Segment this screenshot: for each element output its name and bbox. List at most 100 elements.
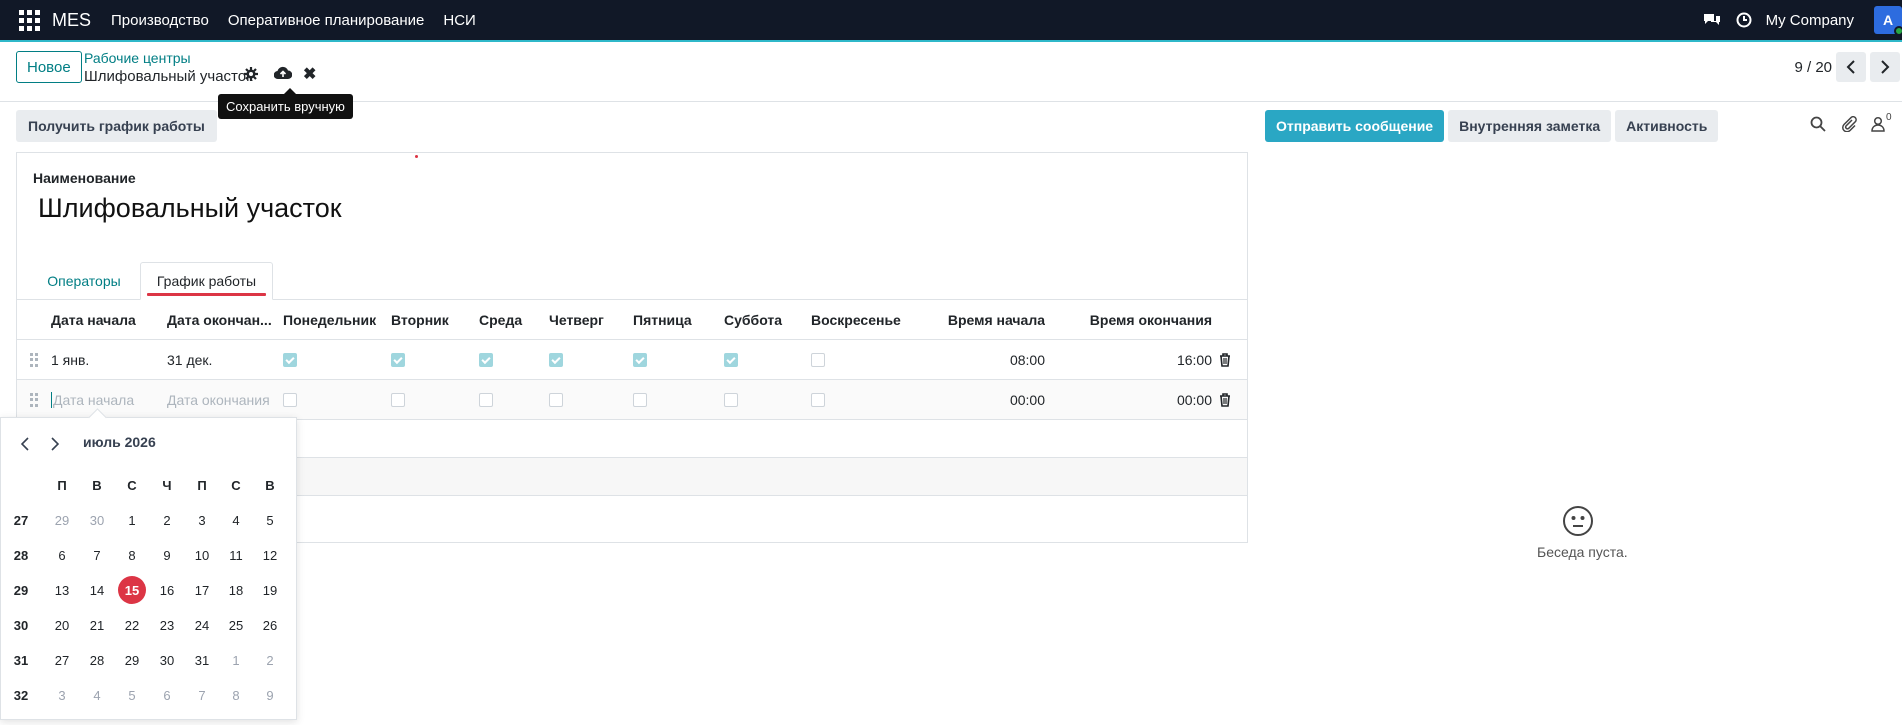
- pager-previous-button[interactable]: [1836, 52, 1866, 82]
- day-cell[interactable]: 10: [185, 538, 219, 572]
- column-sunday[interactable]: Воскресенье: [811, 300, 911, 340]
- company-switcher[interactable]: My Company: [1766, 12, 1854, 29]
- cell-end-date[interactable]: 31 дек.: [167, 340, 212, 380]
- day-cell[interactable]: 25: [219, 608, 253, 642]
- day-cell[interactable]: 9: [150, 538, 184, 572]
- tab-schedule[interactable]: График работы: [140, 262, 273, 300]
- day-cell[interactable]: 29: [115, 643, 149, 677]
- send-message-button[interactable]: Отправить сообщение: [1265, 110, 1445, 142]
- drag-handle-icon[interactable]: [30, 393, 40, 407]
- day-cell[interactable]: 6: [45, 538, 79, 572]
- datepicker-month-title[interactable]: июль 2026: [83, 434, 156, 450]
- friday-checkbox[interactable]: [633, 393, 647, 407]
- column-thursday[interactable]: Четверг: [549, 300, 619, 340]
- day-cell[interactable]: 26: [253, 608, 287, 642]
- end-time-input[interactable]: 00:00: [1057, 380, 1212, 420]
- saturday-checkbox[interactable]: [724, 393, 738, 407]
- apps-menu-icon[interactable]: [16, 7, 42, 33]
- friday-checkbox[interactable]: [633, 353, 647, 367]
- saturday-checkbox[interactable]: [724, 353, 738, 367]
- day-cell[interactable]: 3: [45, 678, 79, 712]
- column-end-time[interactable]: Время окончания: [1057, 300, 1212, 340]
- day-cell[interactable]: 2: [150, 503, 184, 537]
- day-cell[interactable]: 7: [80, 538, 114, 572]
- day-cell[interactable]: 22: [115, 608, 149, 642]
- wednesday-checkbox[interactable]: [479, 353, 493, 367]
- day-cell[interactable]: 6: [150, 678, 184, 712]
- day-cell[interactable]: 17: [185, 573, 219, 607]
- day-cell[interactable]: 8: [219, 678, 253, 712]
- column-start-time[interactable]: Время начала: [897, 300, 1045, 340]
- day-cell[interactable]: 3: [185, 503, 219, 537]
- menu-planning[interactable]: Оперативное планирование: [228, 12, 425, 29]
- day-cell[interactable]: 4: [219, 503, 253, 537]
- pager-next-button[interactable]: [1870, 52, 1900, 82]
- cell-start-date[interactable]: 1 янв.: [51, 340, 89, 380]
- day-cell[interactable]: 28: [80, 643, 114, 677]
- name-field[interactable]: Шлифовальный участок: [38, 193, 342, 224]
- day-cell[interactable]: 30: [80, 503, 114, 537]
- cell-end-time[interactable]: 16:00: [1057, 340, 1212, 380]
- activity-button[interactable]: Активность: [1615, 110, 1719, 142]
- wednesday-checkbox[interactable]: [479, 393, 493, 407]
- day-cell[interactable]: 14: [80, 573, 114, 607]
- end-date-input[interactable]: Дата окончания: [167, 380, 270, 420]
- menu-nsi[interactable]: НСИ: [443, 12, 475, 29]
- day-cell[interactable]: 4: [80, 678, 114, 712]
- day-cell[interactable]: 18: [219, 573, 253, 607]
- column-saturday[interactable]: Суббота: [724, 300, 799, 340]
- day-cell[interactable]: 1: [115, 503, 149, 537]
- trash-icon[interactable]: [1219, 393, 1233, 407]
- day-cell[interactable]: 11: [219, 538, 253, 572]
- day-cell-today[interactable]: 15: [115, 573, 149, 607]
- trash-icon[interactable]: [1219, 353, 1233, 367]
- discard-icon[interactable]: ✖: [303, 67, 319, 83]
- day-cell[interactable]: 1: [219, 643, 253, 677]
- datepicker-next-button[interactable]: [47, 436, 63, 452]
- followers-button[interactable]: 0: [1871, 112, 1897, 134]
- monday-checkbox[interactable]: [283, 353, 297, 367]
- day-cell[interactable]: 5: [115, 678, 149, 712]
- day-cell[interactable]: 12: [253, 538, 287, 572]
- day-cell[interactable]: 20: [45, 608, 79, 642]
- pager-value[interactable]: 9 / 20: [1794, 59, 1832, 76]
- thursday-checkbox[interactable]: [549, 353, 563, 367]
- day-cell[interactable]: 5: [253, 503, 287, 537]
- day-cell[interactable]: 19: [253, 573, 287, 607]
- sunday-checkbox[interactable]: [811, 393, 825, 407]
- datepicker-prev-button[interactable]: [17, 436, 33, 452]
- messages-icon[interactable]: [1702, 10, 1722, 30]
- column-friday[interactable]: Пятница: [633, 300, 708, 340]
- gear-icon[interactable]: [244, 67, 260, 83]
- tuesday-checkbox[interactable]: [391, 393, 405, 407]
- day-cell[interactable]: 16: [150, 573, 184, 607]
- column-start-date[interactable]: Дата начала: [51, 300, 161, 340]
- drag-handle-icon[interactable]: [30, 353, 40, 367]
- tuesday-checkbox[interactable]: [391, 353, 405, 367]
- day-cell[interactable]: 30: [150, 643, 184, 677]
- column-monday[interactable]: Понедельник: [283, 300, 383, 340]
- menu-production[interactable]: Производство: [111, 12, 209, 29]
- table-row-editing[interactable]: Дата начала Дата окончания 00:00 00:00: [17, 380, 1247, 420]
- table-row[interactable]: 1 янв. 31 дек. 08:00 16:00: [17, 340, 1247, 380]
- search-icon[interactable]: [1810, 116, 1828, 134]
- tab-operators[interactable]: Операторы: [34, 262, 134, 300]
- get-schedule-button[interactable]: Получить график работы: [16, 110, 217, 142]
- day-cell[interactable]: 8: [115, 538, 149, 572]
- day-cell[interactable]: 27: [45, 643, 79, 677]
- app-brand[interactable]: MES: [52, 10, 91, 31]
- sunday-checkbox[interactable]: [811, 353, 825, 367]
- monday-checkbox[interactable]: [283, 393, 297, 407]
- cell-start-time[interactable]: 08:00: [897, 340, 1045, 380]
- thursday-checkbox[interactable]: [549, 393, 563, 407]
- day-cell[interactable]: 2: [253, 643, 287, 677]
- day-cell[interactable]: 9: [253, 678, 287, 712]
- day-cell[interactable]: 31: [185, 643, 219, 677]
- column-tuesday[interactable]: Вторник: [391, 300, 471, 340]
- day-cell[interactable]: 13: [45, 573, 79, 607]
- start-time-input[interactable]: 00:00: [897, 380, 1045, 420]
- day-cell[interactable]: 7: [185, 678, 219, 712]
- breadcrumb-parent[interactable]: Рабочие центры: [84, 50, 191, 66]
- internal-note-button[interactable]: Внутренняя заметка: [1448, 110, 1612, 142]
- cloud-upload-icon[interactable]: [273, 66, 294, 82]
